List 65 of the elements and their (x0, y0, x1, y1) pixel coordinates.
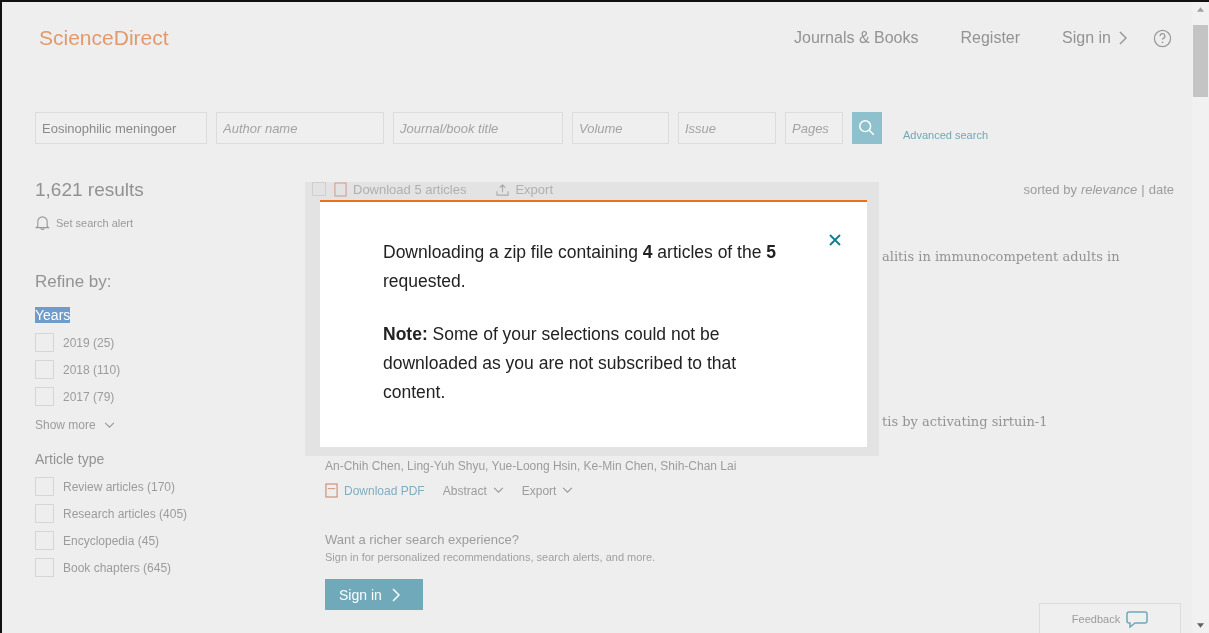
result-title[interactable]: alitis in immunocompetent adults in (882, 249, 1120, 264)
checkbox[interactable] (35, 504, 54, 523)
search-alert-link[interactable]: Set search alert (56, 216, 134, 229)
search-button[interactable] (852, 112, 882, 144)
close-icon[interactable] (829, 234, 841, 246)
dialog-message: Note: Some of your selections could not be downloaded as you are not subscribed to that content. (383, 323, 738, 404)
filter-option[interactable]: Book chapters (645) (63, 560, 172, 575)
checkbox[interactable] (35, 477, 54, 496)
promo-text: Sign in for personalized recommendations, search alerts, and more. (325, 551, 657, 563)
filter-option[interactable]: 2017 (79) (63, 389, 115, 404)
help-icon[interactable] (1153, 28, 1172, 48)
scroll-up-icon[interactable] (1197, 7, 1204, 12)
checkbox[interactable] (35, 387, 54, 406)
search-field[interactable]: Author name (216, 112, 384, 144)
pdf-icon (334, 181, 347, 197)
search-field[interactable]: Journal/book title (393, 112, 563, 144)
advanced-search-link[interactable]: Advanced search (903, 129, 988, 141)
bell-icon (35, 215, 50, 230)
sort-option[interactable]: relevance (1080, 181, 1138, 197)
result-action-link[interactable]: Export (521, 483, 557, 498)
search-field[interactable]: Issue (678, 112, 776, 144)
refine-heading: Refine by: (35, 272, 113, 292)
separator: | (1141, 181, 1145, 197)
checkbox[interactable] (35, 360, 54, 379)
chevron-icon (1119, 31, 1127, 45)
chevron-icon (391, 587, 400, 602)
filter-option[interactable]: Review articles (170) (63, 479, 176, 494)
search-icon (858, 119, 876, 137)
search-field[interactable]: Volume (572, 112, 669, 144)
nav-link[interactable]: Sign in (1062, 29, 1111, 47)
chevron-down-icon (492, 487, 504, 494)
dialog-message: Downloading a zip file containing 4 articles of the 5 requested. (383, 241, 778, 293)
upload-icon (496, 182, 510, 196)
filter-group-title: Years (35, 307, 71, 323)
select-all-checkbox[interactable] (312, 182, 326, 196)
logo[interactable]: ScienceDirect (39, 26, 169, 50)
result-title[interactable]: tis by activating sirtuin-1 (882, 414, 1048, 429)
filter-group-title: Article type (35, 451, 105, 467)
checkbox[interactable] (35, 558, 54, 577)
speech-bubble-icon (1126, 609, 1149, 628)
search-field[interactable]: Pages (785, 112, 843, 144)
nav-link[interactable]: Journals & Books (794, 29, 919, 47)
results-count: 1,621 results (35, 179, 144, 200)
promo-title: Want a richer search experience? (325, 532, 520, 547)
nav-link[interactable]: Register (960, 29, 1021, 47)
result-authors: An-Chih Chen, Ling-Yuh Shyu, Yue-Loong Hsin, Ke-Min Chen, Shih-Chan Lai (325, 459, 738, 473)
sign-in-button[interactable]: Sign in (325, 579, 423, 610)
result-action-link[interactable]: Abstract (442, 483, 487, 498)
sort-option[interactable]: date (1148, 181, 1174, 197)
result-action-link[interactable]: Download PDF (344, 483, 425, 498)
scroll-down-icon[interactable] (1197, 623, 1204, 628)
sort-label: sorted by (1023, 181, 1077, 197)
chevron-down-icon (103, 421, 115, 429)
filter-option[interactable]: 2018 (110) (63, 362, 121, 377)
filter-option[interactable]: Encyclopedia (45) (63, 533, 160, 548)
feedback-button[interactable]: Feedback (1039, 603, 1181, 633)
scroll-thumb[interactable] (1193, 25, 1208, 97)
show-more-link[interactable]: Show more (35, 418, 96, 432)
chevron-down-icon (562, 487, 574, 494)
search-field[interactable]: Eosinophilic meningoer (35, 112, 207, 144)
filter-option[interactable]: Research articles (405) (63, 506, 188, 521)
checkbox[interactable] (35, 333, 54, 352)
filter-option[interactable]: 2019 (25) (63, 335, 115, 350)
checkbox[interactable] (35, 531, 54, 550)
pdf-icon (325, 483, 338, 498)
